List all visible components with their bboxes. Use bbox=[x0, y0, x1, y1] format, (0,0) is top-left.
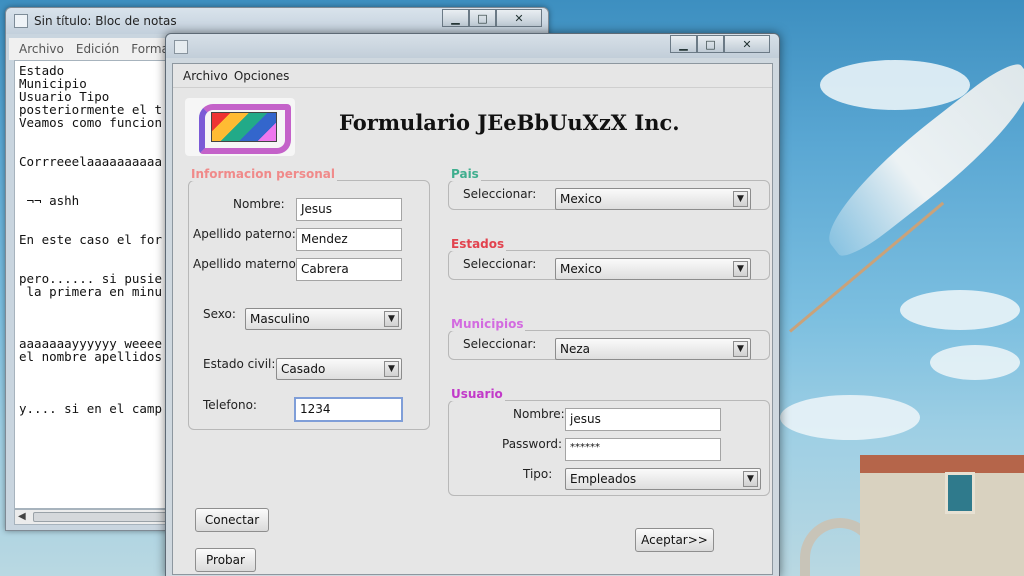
minimize-icon[interactable]: ▁ bbox=[442, 9, 469, 27]
conectar-button[interactable]: Conectar bbox=[195, 508, 269, 532]
pais-value: Mexico bbox=[560, 192, 602, 206]
chevron-down-icon[interactable]: ▼ bbox=[743, 471, 758, 487]
aceptar-button[interactable]: Aceptar>> bbox=[635, 528, 714, 552]
apellido-materno-field[interactable]: Cabrera bbox=[296, 258, 402, 281]
scroll-left-icon[interactable]: ◀ bbox=[18, 511, 26, 522]
sexo-select[interactable]: Masculino ▼ bbox=[245, 308, 402, 330]
usuario-nombre-field[interactable]: jesus bbox=[565, 408, 721, 431]
sexo-value: Masculino bbox=[250, 312, 310, 326]
pais-title: Pais bbox=[449, 167, 481, 181]
chevron-down-icon[interactable]: ▼ bbox=[733, 341, 748, 357]
form-maximize-icon[interactable]: □ bbox=[697, 35, 724, 53]
estados-label: Seleccionar: bbox=[463, 257, 537, 271]
municipios-title: Municipios bbox=[449, 317, 526, 331]
chevron-down-icon[interactable]: ▼ bbox=[733, 191, 748, 207]
password-field[interactable]: ****** bbox=[565, 438, 721, 461]
close-icon[interactable]: ✕ bbox=[496, 9, 542, 27]
estado-civil-value: Casado bbox=[281, 362, 326, 376]
municipios-value: Neza bbox=[560, 342, 591, 356]
form-menubar: Archivo Opciones bbox=[173, 64, 772, 88]
tipo-label: Tipo: bbox=[523, 467, 553, 481]
maximize-icon[interactable]: □ bbox=[469, 9, 496, 27]
chevron-down-icon[interactable]: ▼ bbox=[733, 261, 748, 277]
chevron-down-icon[interactable]: ▼ bbox=[384, 311, 399, 327]
usuario-title: Usuario bbox=[449, 387, 505, 401]
personal-info-title: Informacion personal bbox=[189, 167, 337, 181]
notepad-menu-edicion[interactable]: Edición bbox=[76, 42, 119, 56]
pais-select[interactable]: Mexico ▼ bbox=[555, 188, 751, 210]
password-label: Password: bbox=[502, 437, 563, 451]
apellido-paterno-field[interactable]: Mendez bbox=[296, 228, 402, 251]
estados-select[interactable]: Mexico ▼ bbox=[555, 258, 751, 280]
nombre-label: Nombre: bbox=[233, 197, 285, 211]
estado-civil-select[interactable]: Casado ▼ bbox=[276, 358, 402, 380]
house-image bbox=[860, 455, 1024, 576]
tipo-select[interactable]: Empleados ▼ bbox=[565, 468, 761, 490]
estados-value: Mexico bbox=[560, 262, 602, 276]
company-logo bbox=[185, 98, 295, 156]
estado-civil-label: Estado civil: bbox=[203, 357, 276, 371]
estados-title: Estados bbox=[449, 237, 507, 251]
probar-button[interactable]: Probar bbox=[195, 548, 256, 572]
sexo-label: Sexo: bbox=[203, 307, 236, 321]
scrollbar-thumb[interactable] bbox=[33, 512, 173, 522]
telefono-field[interactable]: 1234 bbox=[294, 397, 403, 422]
notepad-app-icon bbox=[14, 14, 28, 28]
usuario-nombre-label: Nombre: bbox=[513, 407, 565, 421]
page-title: Formulario JEeBbUuXzX Inc. bbox=[339, 110, 680, 135]
form-close-icon[interactable]: ✕ bbox=[724, 35, 770, 53]
apellido-paterno-label: Apellido paterno: bbox=[193, 227, 296, 241]
java-app-icon bbox=[174, 40, 188, 54]
pais-label: Seleccionar: bbox=[463, 187, 537, 201]
municipios-label: Seleccionar: bbox=[463, 337, 537, 351]
form-window: ▁ □ ✕ Archivo Opciones Formulario JEeBbU… bbox=[165, 33, 780, 576]
notepad-menu-archivo[interactable]: Archivo bbox=[19, 42, 64, 56]
menu-opciones[interactable]: Opciones bbox=[234, 69, 290, 83]
telefono-label: Telefono: bbox=[203, 398, 257, 412]
notepad-title: Sin título: Bloc de notas bbox=[34, 14, 177, 28]
form-minimize-icon[interactable]: ▁ bbox=[670, 35, 697, 53]
chevron-down-icon[interactable]: ▼ bbox=[384, 361, 399, 377]
form-content: Archivo Opciones Formulario JEeBbUuXzX I… bbox=[172, 63, 773, 575]
nombre-field[interactable]: Jesus bbox=[296, 198, 402, 221]
tipo-value: Empleados bbox=[570, 472, 637, 486]
apellido-materno-label: Apellido materno: bbox=[193, 257, 300, 271]
menu-archivo[interactable]: Archivo bbox=[183, 69, 228, 83]
municipios-select[interactable]: Neza ▼ bbox=[555, 338, 751, 360]
